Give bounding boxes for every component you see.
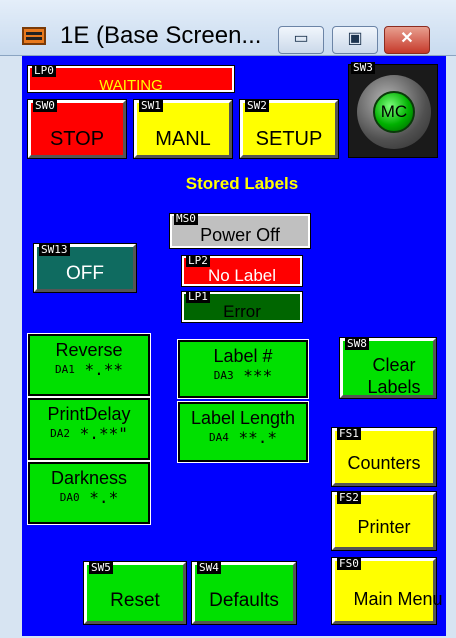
label-length-display: Label Length DA4 **.* bbox=[177, 401, 309, 463]
printdelay-value: *.**" bbox=[79, 424, 128, 443]
printdelay-label: PrintDelay bbox=[47, 404, 131, 424]
ms0-message: MS0 Power Off bbox=[169, 212, 311, 249]
darkness-value: *.* bbox=[89, 488, 119, 507]
off-button[interactable]: SW13 OFF bbox=[33, 243, 137, 293]
lp0-text: WAITING bbox=[99, 76, 163, 94]
da2-value: DA2 *.**" bbox=[30, 425, 148, 443]
reset-button-label: Reset bbox=[110, 590, 160, 611]
sw0-tag: SW0 bbox=[33, 99, 57, 112]
window-titlebar[interactable]: 1E (Base Screen... ▭ ▣ ✕ bbox=[0, 0, 456, 56]
label-length-value-area: DA4 **.* bbox=[180, 429, 306, 447]
stop-button[interactable]: SW0 STOP bbox=[27, 99, 127, 159]
mc-button-label: MC bbox=[380, 102, 408, 121]
da0-tag: DA0 bbox=[59, 491, 80, 504]
defaults-button-label: Defaults bbox=[209, 590, 279, 611]
mc-button[interactable]: MC bbox=[373, 91, 415, 133]
sw8-tag: SW8 bbox=[345, 337, 369, 350]
label-length-label: Label Length bbox=[190, 408, 296, 428]
setup-button[interactable]: SW2 SETUP bbox=[239, 99, 339, 159]
main-menu-button-label: Main Menu bbox=[353, 589, 443, 609]
da4-tag: DA4 bbox=[208, 431, 229, 444]
da4-value: DA4 **.* bbox=[180, 429, 306, 447]
printdelay-display: PrintDelay DA2 *.**" bbox=[27, 397, 151, 461]
da3-tag: DA3 bbox=[213, 369, 234, 382]
fs1-tag: FS1 bbox=[337, 427, 361, 440]
fs2-tag: FS2 bbox=[337, 491, 361, 504]
da3-value: DA3 *** bbox=[180, 367, 306, 385]
clear-labels-button-label: Clear Labels bbox=[367, 355, 421, 397]
sw2-tag: SW2 bbox=[245, 99, 269, 112]
label-length-value: **.* bbox=[238, 428, 278, 447]
stored-labels-heading: Stored Labels bbox=[185, 174, 299, 193]
ms0-tag: MS0 bbox=[174, 212, 198, 225]
hmi-screen: LP0 WAITING SW0 STOP SW1 MANL SW2 SETUP … bbox=[22, 56, 446, 636]
counters-button[interactable]: FS1 Counters bbox=[331, 427, 437, 487]
mc-button-frame[interactable]: SW3 MC bbox=[348, 61, 438, 158]
label-number-value-area: DA3 *** bbox=[180, 367, 306, 385]
da1-value: DA1 *.** bbox=[30, 361, 148, 379]
fs0-tag: FS0 bbox=[337, 557, 361, 570]
sw5-tag: SW5 bbox=[89, 561, 113, 574]
maximize-button[interactable]: ▣ bbox=[332, 26, 378, 54]
reverse-value: *.** bbox=[84, 360, 124, 379]
label-number-display: Label # DA3 *** bbox=[177, 339, 309, 399]
printer-button[interactable]: FS2 Printer bbox=[331, 491, 437, 551]
reverse-value-area: DA1 *.** bbox=[30, 361, 148, 379]
label-number-value: *** bbox=[243, 366, 273, 385]
sw1-tag: SW1 bbox=[139, 99, 163, 112]
sw3-tag: SW3 bbox=[351, 61, 375, 74]
darkness-display: Darkness DA0 *.* bbox=[27, 461, 151, 525]
darkness-value-area: DA0 *.* bbox=[30, 489, 148, 507]
reset-button[interactable]: SW5 Reset bbox=[83, 561, 187, 625]
lp2-no-label-lamp: LP2 No Label bbox=[181, 254, 303, 287]
close-button[interactable]: ✕ bbox=[384, 26, 430, 54]
lp1-tag: LP1 bbox=[186, 290, 210, 303]
stop-button-label: STOP bbox=[49, 127, 105, 150]
setup-button-label: SETUP bbox=[255, 127, 323, 150]
da1-tag: DA1 bbox=[54, 363, 75, 376]
window-title: 1E (Base Screen... bbox=[60, 22, 262, 49]
lp2-tag: LP2 bbox=[186, 254, 210, 267]
minimize-button[interactable]: ▭ bbox=[278, 26, 324, 54]
main-menu-button[interactable]: FS0 Main Menu bbox=[331, 557, 443, 625]
clear-labels-button[interactable]: SW8 Clear Labels bbox=[339, 337, 437, 399]
label-number-label: Label # bbox=[213, 346, 273, 366]
manl-button[interactable]: SW1 MANL bbox=[133, 99, 233, 159]
printdelay-value-area: DA2 *.**" bbox=[30, 425, 148, 443]
reverse-label: Reverse bbox=[55, 340, 123, 360]
app-icon bbox=[22, 27, 46, 45]
da2-tag: DA2 bbox=[50, 427, 71, 440]
darkness-label: Darkness bbox=[50, 468, 128, 488]
lp0-tag: LP0 bbox=[32, 64, 56, 77]
manl-button-label: MANL bbox=[155, 127, 211, 150]
da0-value: DA0 *.* bbox=[30, 489, 148, 507]
lp0-waiting-lamp: LP0 WAITING bbox=[27, 64, 235, 94]
defaults-button[interactable]: SW4 Defaults bbox=[191, 561, 297, 625]
lp1-error-lamp: LP1 Error bbox=[181, 290, 303, 323]
sw13-tag: SW13 bbox=[39, 243, 70, 256]
sw4-tag: SW4 bbox=[197, 561, 221, 574]
reverse-display: Reverse DA1 *.** bbox=[27, 333, 151, 397]
